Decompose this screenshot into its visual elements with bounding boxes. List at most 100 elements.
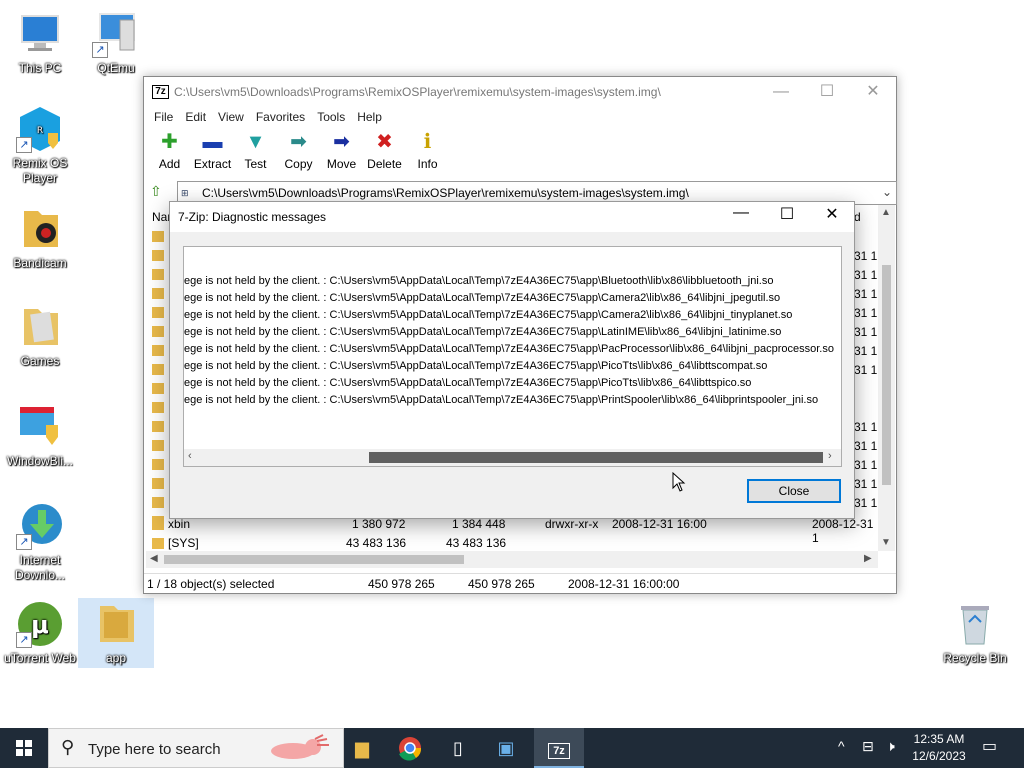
dialog-minimize-button[interactable]: —	[726, 204, 756, 222]
test-button[interactable]: ▼ Test	[234, 127, 277, 179]
address-path: C:\Users\vm5\Downloads\Programs\RemixOSP…	[202, 186, 689, 200]
volume-muted-icon[interactable]: 🕨	[886, 738, 895, 755]
scroll-down-icon[interactable]: ▼	[881, 537, 891, 548]
status-selected: 1 / 18 object(s) selected	[147, 577, 275, 591]
notifications-icon[interactable]: ▭	[982, 736, 997, 756]
chevron-up-icon[interactable]: ^	[838, 738, 845, 754]
start-button[interactable]	[0, 728, 48, 768]
desktop-icon-this-pc[interactable]: This PC	[2, 10, 78, 76]
scrollbar-thumb[interactable]	[882, 265, 891, 485]
copy-button[interactable]: ➡ Copy	[277, 127, 320, 179]
add-button[interactable]: ✚ Add	[148, 127, 191, 179]
extract-button[interactable]: ▬ Extract	[191, 127, 234, 179]
qtemu-taskbar-button[interactable]: ▣	[482, 728, 530, 768]
menu-view[interactable]: View	[212, 107, 250, 127]
desktop-icon-label: Games	[20, 354, 60, 368]
recycle-bin-icon	[951, 600, 999, 648]
message-line: ege is not held by the client. : C:\User…	[184, 394, 819, 406]
desktop-icon-label: WindowBli...	[6, 454, 74, 468]
desktop-icon-utorrent-web[interactable]: μ ↗ uTorrent Web	[2, 600, 78, 666]
window-title: C:\Users\vm5\Downloads\Programs\RemixOSP…	[174, 85, 661, 99]
horizontal-scrollbar[interactable]: ◀ ▶	[146, 551, 878, 568]
utorrent-icon: μ ↗	[16, 600, 64, 648]
scrollbar-thumb[interactable]	[369, 452, 823, 463]
menu-file[interactable]: File	[148, 107, 179, 127]
menu-help[interactable]: Help	[351, 107, 388, 127]
move-button[interactable]: ➡ Move	[320, 127, 363, 179]
chrome-taskbar-button[interactable]	[386, 728, 434, 768]
desktop-icon-label: app	[105, 651, 127, 665]
table-row[interactable]: xbin 1 380 972 1 384 448 drwxr-xr-x 2008…	[150, 517, 880, 545]
clock-time[interactable]: 12:35 AM	[908, 732, 970, 746]
diagnostic-dialog: 7-Zip: Diagnostic messages — ☐ ✕ ege is …	[169, 201, 855, 519]
minimize-button[interactable]: —	[758, 77, 804, 107]
desktop-icon-qtemu[interactable]: ↗ QtEmu	[78, 10, 154, 76]
shortcut-arrow-icon: ↗	[16, 632, 32, 648]
folder-icon	[92, 600, 140, 648]
7zip-icon: 7z	[548, 743, 570, 759]
7zip-app-icon: 7z	[152, 85, 169, 99]
status-size: 450 978 265	[368, 577, 435, 591]
games-folder-icon	[16, 303, 64, 351]
dialog-title-bar[interactable]: 7-Zip: Diagnostic messages — ☐ ✕	[170, 202, 854, 232]
scrollbar-thumb[interactable]	[164, 555, 464, 564]
windowblinds-icon	[16, 403, 64, 451]
maximize-button[interactable]: ☐	[804, 77, 850, 107]
status-packed: 450 978 265	[468, 577, 535, 591]
close-button[interactable]: Close	[747, 479, 841, 503]
menu-bar: File Edit View Favorites Tools Help	[144, 107, 896, 127]
message-line: ege is not held by the client. : C:\User…	[184, 343, 834, 355]
check-icon: ▼	[245, 131, 266, 153]
search-box[interactable]: ⚲ Type here to search	[48, 728, 344, 768]
close-window-button[interactable]: ✕	[850, 77, 896, 107]
column-header-created[interactable]: d	[854, 210, 861, 224]
menu-favorites[interactable]: Favorites	[250, 107, 311, 127]
7zip-taskbar-button[interactable]: 7z	[534, 728, 584, 768]
title-bar[interactable]: 7z C:\Users\vm5\Downloads\Programs\Remix…	[144, 77, 896, 107]
info-button[interactable]: ℹ Info	[406, 127, 449, 179]
desktop-icon-recycle-bin[interactable]: Recycle Bin	[937, 600, 1013, 666]
dialog-maximize-button[interactable]: ☐	[772, 204, 802, 224]
copy-arrow-icon: ➡	[290, 131, 307, 153]
desktop-icon-windowblinds[interactable]: WindowBli...	[2, 403, 78, 469]
dialog-close-icon[interactable]: ✕	[817, 204, 847, 224]
desktop-icon-app[interactable]: app	[78, 598, 154, 668]
desktop-icon-internet-download-manager[interactable]: ↗ Internet Downlo...	[2, 502, 78, 583]
notepad-taskbar-button[interactable]: ▯	[434, 728, 482, 768]
delete-button[interactable]: ✖ Delete	[363, 127, 406, 179]
network-icon[interactable]: ⊟	[862, 738, 874, 755]
computer-icon: ▣	[497, 738, 515, 758]
vertical-scrollbar[interactable]: ▲ ▼	[878, 205, 895, 551]
svg-text:μ: μ	[31, 611, 49, 639]
scroll-right-icon[interactable]: ›	[828, 450, 832, 462]
chevron-down-icon[interactable]: ⌄	[882, 185, 892, 199]
shortcut-arrow-icon: ↗	[16, 137, 32, 153]
menu-edit[interactable]: Edit	[179, 107, 212, 127]
scroll-left-icon[interactable]: ◀	[150, 553, 158, 564]
dialog-title: 7-Zip: Diagnostic messages	[178, 210, 327, 224]
message-line: ege is not held by the client. : C:\User…	[184, 377, 752, 389]
message-list[interactable]: ege is not held by the client. : C:\User…	[183, 246, 842, 467]
row-size: 43 483 136	[346, 536, 407, 550]
idm-globe-icon: ↗	[16, 502, 64, 550]
desktop-icon-remix-os-player[interactable]: R ↗ Remix OS Player	[2, 105, 78, 186]
toolbar: ✚ Add ▬ Extract ▼ Test ➡ Copy ➡ Move ✖ Delete …	[144, 127, 896, 179]
row-name: [SYS]	[168, 536, 199, 550]
scroll-right-icon[interactable]: ▶	[864, 553, 872, 564]
clock-date[interactable]: 12/6/2023	[908, 749, 970, 763]
desktop-icon-games[interactable]: Games	[2, 303, 78, 369]
scroll-up-icon[interactable]: ▲	[881, 207, 891, 218]
message-line: ege is not held by the client. : C:\User…	[184, 292, 781, 304]
menu-tools[interactable]: Tools	[311, 107, 351, 127]
row-packed: 1 384 448	[452, 517, 506, 531]
scroll-left-icon[interactable]: ‹	[188, 450, 192, 462]
folder-icons-column	[152, 231, 164, 521]
file-explorer-taskbar-button[interactable]: ▆	[338, 728, 386, 768]
folder-icon	[152, 519, 164, 530]
status-bar: 1 / 18 object(s) selected 450 978 265 45…	[144, 573, 896, 593]
dialog-horizontal-scrollbar[interactable]: ‹ ›	[184, 449, 841, 466]
up-folder-icon[interactable]: ⇧	[150, 183, 162, 200]
folder-icon: ▆	[355, 738, 369, 758]
message-line: ege is not held by the client. : C:\User…	[184, 326, 782, 338]
desktop-icon-bandicam[interactable]: Bandicam	[2, 205, 78, 271]
